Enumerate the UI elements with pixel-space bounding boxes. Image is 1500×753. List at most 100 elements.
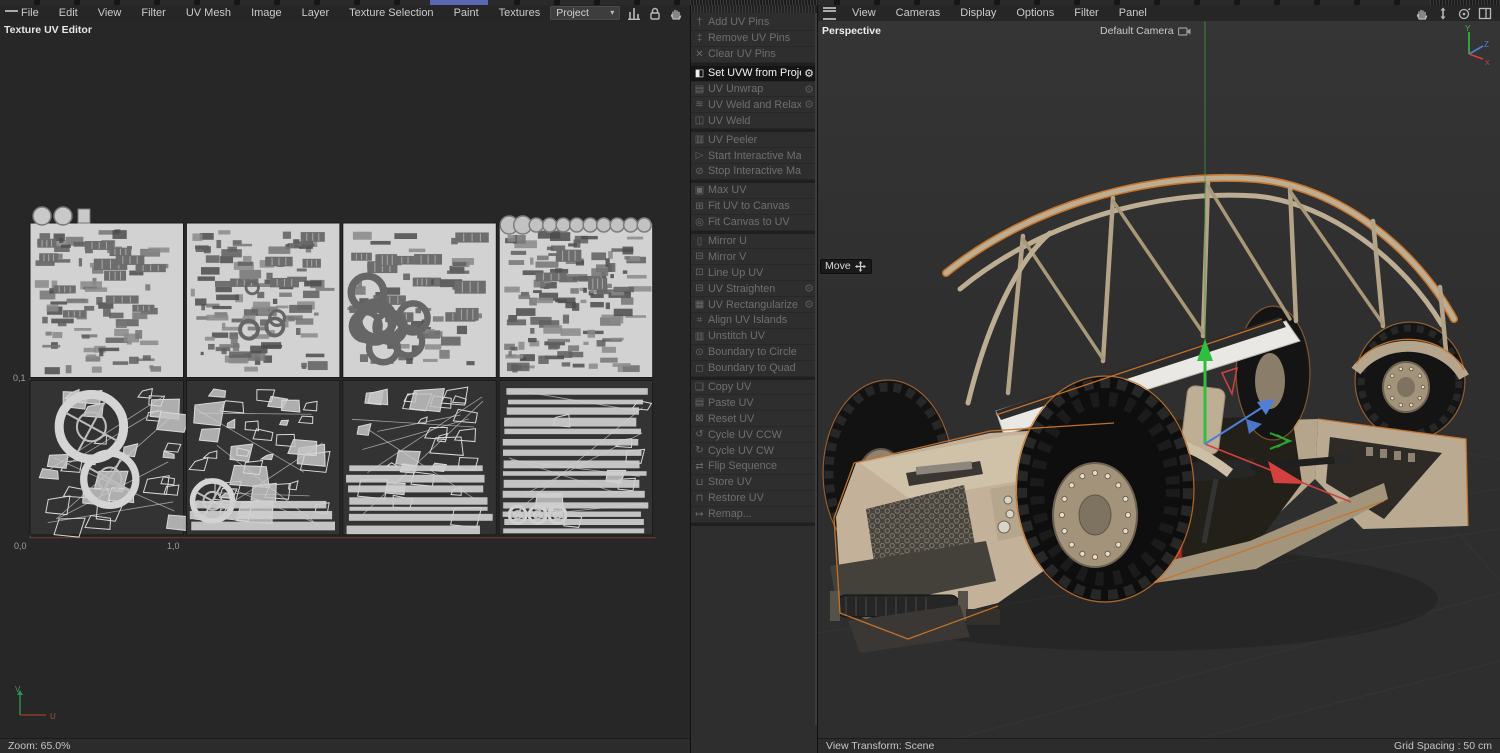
view-transform-label: View Transform: Scene <box>826 740 935 752</box>
menu-item-edit[interactable]: Edit <box>49 6 88 20</box>
histogram-icon[interactable] <box>627 7 641 20</box>
cmd-copy-uv[interactable]: ❏ Copy UV <box>691 379 817 396</box>
v-axis-label: V <box>15 686 21 694</box>
gizmo-plane-handle[interactable] <box>1220 366 1238 397</box>
cmd-label: Flip Sequence <box>708 460 778 473</box>
menu-item-filter[interactable]: Filter <box>1064 6 1108 20</box>
cmd-unstitch-uv[interactable]: ▥ Unstitch UV <box>691 328 817 345</box>
cmd-label: Add UV Pins <box>708 16 770 29</box>
paste-uv-icon: ▤ <box>694 397 705 409</box>
gear-icon[interactable]: ⚙ <box>801 83 814 96</box>
zoom-vertical-icon[interactable] <box>1436 7 1450 20</box>
camera-label[interactable]: Default Camera <box>1100 25 1191 37</box>
menu-item-view[interactable]: View <box>88 6 132 20</box>
zoom-level: Zoom: 65.0% <box>8 740 71 752</box>
menu-item-layer[interactable]: Layer <box>292 6 340 20</box>
hand-icon[interactable] <box>669 7 683 20</box>
cmd-paste-uv[interactable]: ▤ Paste UV <box>691 395 817 412</box>
cmd-uv-unwrap[interactable]: ▤ UV Unwrap ⚙ <box>691 81 817 98</box>
menu-item-texture-selection[interactable]: Texture Selection <box>339 6 443 20</box>
uv-islands-view[interactable] <box>0 21 690 738</box>
hand-icon[interactable] <box>1415 7 1429 20</box>
project-dropdown[interactable]: Project ▾ <box>550 6 621 20</box>
cmd-store-uv[interactable]: ⊔ Store UV <box>691 474 817 491</box>
cmd-mirror-v[interactable]: ⊟ Mirror V <box>691 249 817 266</box>
cmd-uv-peeler[interactable]: ▥ UV Peeler <box>691 132 817 149</box>
cmd-flip-sequence[interactable]: ⇄ Flip Sequence <box>691 459 817 475</box>
menu-item-uv-mesh[interactable]: UV Mesh <box>176 6 241 20</box>
cmd-set-uvw-from-projection[interactable]: ◧Set UVW from Projection⚙ <box>691 65 817 82</box>
menu-item-display[interactable]: Display <box>950 6 1006 20</box>
menu-item-view[interactable]: View <box>842 6 886 20</box>
boundary-to-quad-icon: ◻ <box>695 362 704 374</box>
menu-item-options[interactable]: Options <box>1006 6 1064 20</box>
grid-spacing-label: Grid Spacing : 50 cm <box>1393 740 1492 752</box>
gear-icon[interactable]: ⚙ <box>801 282 814 295</box>
cmd-max-uv[interactable]: ▣ Max UV <box>691 182 817 199</box>
menu-item-cameras[interactable]: Cameras <box>886 6 951 20</box>
cmd-start-interactive-mapping[interactable]: ▷ Start Interactive Mapping <box>691 148 817 165</box>
perspective-label: Perspective <box>822 25 881 37</box>
cmd-uv-straighten[interactable]: ⊟ UV Straighten ⚙ <box>691 281 817 298</box>
cmd-boundary-to-circle[interactable]: ⊙ Boundary to Circle <box>691 344 817 361</box>
uv-statusbar: Zoom: 65.0% <box>0 738 690 753</box>
cmd-add-uv-pins[interactable]: † Add UV Pins <box>691 15 817 31</box>
cmd-uv-weld[interactable]: ◫ UV Weld <box>691 113 817 130</box>
uv-tile-0-1[interactable] <box>29 379 192 538</box>
maximize-icon[interactable] <box>1478 7 1492 20</box>
add-uv-pins-icon: † <box>696 16 703 28</box>
viewport-3d[interactable]: Perspective Default Camera Move Y Z X <box>818 21 1500 738</box>
uv-tile-1-1[interactable] <box>185 379 341 536</box>
orbit-icon[interactable] <box>1457 7 1471 20</box>
menu-item-textures[interactable]: Textures <box>489 6 551 20</box>
chevron-down-icon: ▾ <box>610 8 615 17</box>
uv-canvas[interactable]: Texture UV Editor 0,1 0,0 1,0 V U <box>0 21 690 738</box>
application-window: File Edit View Filter UV Mesh Image Layer Textu… <box>0 0 1500 753</box>
project-dropdown-value: Project <box>556 7 589 19</box>
cmd-fit-canvas-to-uv[interactable]: ◎ Fit Canvas to UV <box>691 214 817 231</box>
flip-sequence-icon: ⇄ <box>695 460 704 472</box>
cmd-uv-rectangularize[interactable]: ▦ UV Rectangularize ⚙ <box>691 297 817 314</box>
menu-item-paint[interactable]: Paint <box>444 6 489 20</box>
cmd-align-uv-islands[interactable]: ⌗ Align UV Islands <box>691 313 817 329</box>
cmd-mirror-u[interactable]: ▯ Mirror U <box>691 233 817 250</box>
menu-item-image[interactable]: Image <box>241 6 292 20</box>
mirror-v-icon: ⊟ <box>695 251 704 263</box>
uv-tile-2-1[interactable] <box>342 379 497 536</box>
menu-item-file[interactable]: File <box>11 6 49 20</box>
cmd-label: Boundary to Quad <box>708 362 796 375</box>
uv-tile-3-0[interactable] <box>498 215 654 378</box>
remove-uv-pins-icon: ‡ <box>696 32 703 44</box>
uv-menu: File Edit View Filter UV Mesh Image Layer Textu… <box>11 6 550 20</box>
uv-tile-2-0[interactable] <box>342 222 497 378</box>
uv-axis-label-v1: 0,1 <box>13 373 26 383</box>
menu-item-filter[interactable]: Filter <box>131 6 175 20</box>
cmd-uv-weld-and-relax[interactable]: ≋ UV Weld and Relax ⚙ <box>691 97 817 114</box>
wheel-front[interactable] <box>1015 375 1195 603</box>
uv-tile-1-0[interactable] <box>185 222 341 378</box>
uv-tile-3-1[interactable] <box>498 379 654 536</box>
cmd-remap[interactable]: ↦ Remap... <box>691 506 817 523</box>
panel-grip[interactable] <box>691 5 817 13</box>
cmd-clear-uv-pins[interactable]: ✕ Clear UV Pins <box>691 46 817 63</box>
cmd-restore-uv[interactable]: ⊓ Restore UV <box>691 490 817 507</box>
cmd-reset-uv[interactable]: ⊠ Reset UV <box>691 411 817 428</box>
cmd-cycle-uv-ccw[interactable]: ↺ Cycle UV CCW <box>691 427 817 444</box>
cmd-line-up-uv[interactable]: ⊡ Line Up UV <box>691 265 817 282</box>
scene-render[interactable] <box>818 21 1500 738</box>
cmd-cycle-uv-cw[interactable]: ↻ Cycle UV CW <box>691 443 817 460</box>
gear-icon[interactable]: ⚙ <box>801 298 814 311</box>
scrollbar[interactable] <box>815 13 817 725</box>
gear-icon[interactable]: ⚙ <box>801 67 814 80</box>
cmd-fit-uv-to-canvas[interactable]: ⊞ Fit UV to Canvas <box>691 198 817 215</box>
cmd-stop-interactive-mapping[interactable]: ⊘ Stop Interactive Mapping <box>691 164 817 180</box>
cmd-label: Clear UV Pins <box>708 48 776 61</box>
menu-item-panel[interactable]: Panel <box>1109 6 1157 20</box>
uv-command-list: † Add UV Pins ‡ Remove UV Pins ✕ Clear UV Pin… <box>691 13 817 526</box>
cmd-remove-uv-pins[interactable]: ‡ Remove UV Pins <box>691 30 817 47</box>
gear-icon[interactable]: ⚙ <box>801 98 814 111</box>
menu-icon[interactable] <box>823 6 836 20</box>
uv-tile-0-0[interactable] <box>29 206 184 378</box>
lock-icon[interactable] <box>648 7 662 20</box>
cmd-boundary-to-quad[interactable]: ◻ Boundary to Quad <box>691 360 817 377</box>
